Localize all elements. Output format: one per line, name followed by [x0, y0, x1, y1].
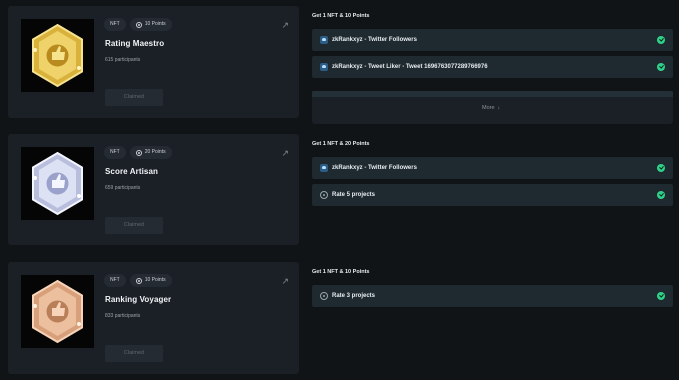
task-label: zkRankxyz - Twitter Followers: [332, 37, 417, 43]
points-chip: 10 Points: [129, 274, 172, 287]
claimed-button[interactable]: Claimed: [105, 217, 163, 234]
check-icon: [657, 292, 665, 300]
quest-title: Rating Maestro: [105, 39, 165, 48]
task-label: Rate 5 projects: [332, 192, 376, 198]
points-chip: 10 Points: [129, 18, 172, 31]
participant-count: 659 participants: [105, 185, 141, 191]
check-icon: [657, 63, 665, 71]
more-label: More: [482, 105, 495, 111]
points-chip-label: 20 Points: [144, 149, 166, 155]
claimed-button[interactable]: Claimed: [105, 345, 163, 362]
points-chip: 20 Points: [129, 146, 172, 159]
quest-card[interactable]: NFT 20 Points Score Artisan 659 particip…: [8, 134, 299, 245]
more-link[interactable]: More ↓: [482, 105, 500, 111]
check-icon: [657, 191, 665, 199]
reward-panel: Get 1 NFT & 10 Points Rate 3 projects: [310, 262, 674, 374]
nft-chip: NFT: [104, 146, 126, 159]
reward-panel: Get 1 NFT & 10 Points zkRankxyz - Twitte…: [310, 6, 674, 124]
nft-badge-image: [21, 147, 94, 220]
task-item[interactable]: zkRankxyz - Tweet Liker - Tweet 16967630…: [312, 56, 673, 78]
task-overflow-fade: [312, 91, 673, 97]
nft-badge-image: [21, 19, 94, 92]
task-item[interactable]: Rate 3 projects: [312, 285, 673, 307]
participant-count: 833 participants: [105, 313, 141, 319]
nft-badge-image: [21, 275, 94, 348]
points-chip-label: 10 Points: [144, 277, 166, 283]
task-label: zkRankxyz - Tweet Liker - Tweet 16967630…: [332, 64, 488, 70]
quest-card[interactable]: NFT 10 Points Ranking Voyager 833 partic…: [8, 262, 299, 374]
task-label: Rate 3 projects: [332, 293, 376, 299]
quest-title: Score Artisan: [105, 167, 159, 176]
task-label: zkRankxyz - Twitter Followers: [332, 165, 417, 171]
quest-row-3: NFT 10 Points Ranking Voyager 833 partic…: [8, 262, 674, 374]
nft-chip: NFT: [104, 18, 126, 31]
reward-heading: Get 1 NFT & 20 Points: [312, 141, 370, 147]
task-item[interactable]: Rate 5 projects: [312, 184, 673, 206]
rate-icon: [320, 191, 328, 199]
reward-heading: Get 1 NFT & 10 Points: [312, 269, 370, 275]
check-icon: [657, 164, 665, 172]
external-link-arrow-icon[interactable]: ↗: [281, 276, 289, 287]
more-section: More ↓: [312, 91, 673, 124]
points-chip-label: 10 Points: [144, 21, 166, 27]
points-icon: [135, 149, 142, 156]
twitter-icon: [320, 164, 328, 172]
points-icon: [135, 277, 142, 284]
external-link-arrow-icon[interactable]: ↗: [281, 148, 289, 159]
twitter-icon: [320, 36, 328, 44]
task-item[interactable]: zkRankxyz - Twitter Followers: [312, 157, 673, 179]
quest-row-1: NFT 10 Points Rating Maestro 615 partici…: [8, 6, 674, 124]
rate-icon: [320, 292, 328, 300]
points-icon: [135, 21, 142, 28]
reward-panel: Get 1 NFT & 20 Points zkRankxyz - Twitte…: [310, 134, 674, 245]
reward-heading: Get 1 NFT & 10 Points: [312, 13, 370, 19]
nft-chip: NFT: [104, 274, 126, 287]
twitter-icon: [320, 63, 328, 71]
claimed-button[interactable]: Claimed: [105, 89, 163, 106]
arrow-down-icon: ↓: [497, 105, 501, 111]
quest-card[interactable]: NFT 10 Points Rating Maestro 615 partici…: [8, 6, 299, 118]
quest-title: Ranking Voyager: [105, 295, 172, 304]
task-item[interactable]: zkRankxyz - Twitter Followers: [312, 29, 673, 51]
external-link-arrow-icon[interactable]: ↗: [281, 20, 289, 31]
quest-row-2: NFT 20 Points Score Artisan 659 particip…: [8, 134, 674, 245]
check-icon: [657, 36, 665, 44]
participant-count: 615 participants: [105, 57, 141, 63]
